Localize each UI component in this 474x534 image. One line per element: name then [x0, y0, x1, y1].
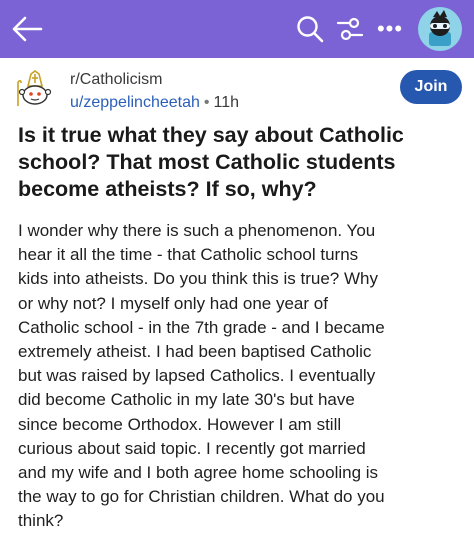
top-bar: ••• [0, 0, 474, 58]
back-button[interactable] [6, 8, 48, 50]
subreddit-avatar[interactable] [16, 70, 54, 108]
join-button[interactable]: Join [400, 70, 462, 104]
subreddit-name[interactable]: r/Catholicism [70, 70, 239, 90]
post-age: 11h [213, 94, 240, 111]
filter-icon [336, 17, 364, 41]
more-icon: ••• [376, 16, 404, 41]
search-button[interactable] [290, 9, 330, 49]
separator-dot: • [203, 94, 210, 111]
back-arrow-icon [12, 16, 43, 42]
user-avatar-button[interactable] [416, 5, 464, 53]
snoo-bishop-icon [17, 70, 52, 106]
search-icon [297, 16, 324, 43]
author-link[interactable]: u/zeppelincheetah [70, 94, 200, 111]
filter-button[interactable] [330, 9, 370, 49]
avatar-icon [418, 7, 462, 51]
post-title: Is it true what they say about Catholic … [18, 123, 404, 201]
more-button[interactable]: ••• [370, 9, 410, 49]
post-header: r/Catholicism u/zeppelincheetah • 11h Join [12, 64, 462, 114]
post-body: I wonder why there is such a phenomenon.… [18, 221, 385, 531]
